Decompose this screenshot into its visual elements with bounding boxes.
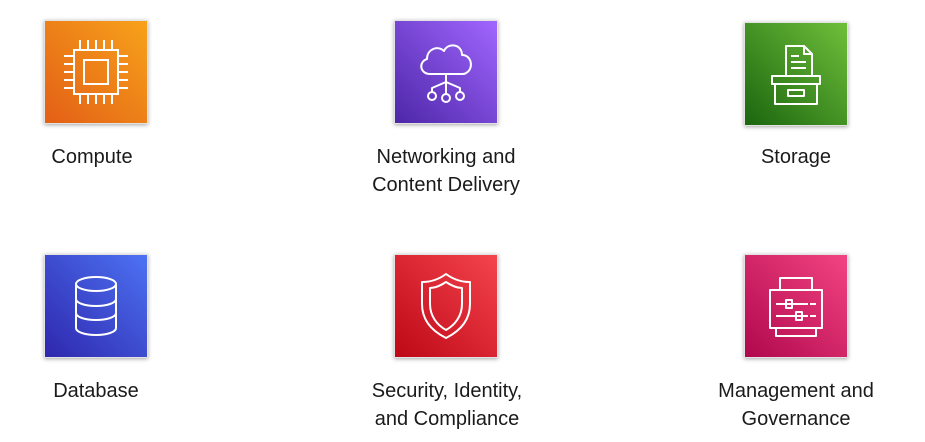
management-tile [744,254,848,358]
database-label: Database [0,377,216,405]
storage-label: Storage [676,143,916,171]
security-label: Security, Identity, and Compliance [327,377,567,433]
storage-label-line-1: Storage [760,146,832,168]
storage-archive-icon [771,45,821,105]
security-label-line-1: Security, Identity, [371,380,523,402]
shield-icon [421,273,471,339]
cloud-network-icon [420,44,472,103]
networking-label-line-2: Content Delivery [372,174,520,196]
storage-tile [744,22,848,126]
management-label-line-1: Management and [718,380,874,402]
security-label-line-2: and Compliance [374,408,520,430]
clipboard-sliders-icon [769,277,823,337]
compute-label-line-1: Compute [51,146,133,168]
networking-label-line-1: Networking and [376,146,516,168]
compute-label: Compute [0,143,212,171]
database-label-line-1: Database [53,380,139,402]
database-cylinder-icon [75,276,117,337]
database-tile [44,254,148,358]
networking-label: Networking and Content Delivery [326,143,566,199]
management-label: Management and Governance [676,377,916,433]
aws-service-categories: Compute Networking and Content Delivery [0,0,925,442]
management-label-line-2: Governance [741,408,851,430]
compute-tile [44,20,148,124]
security-tile [394,254,498,358]
networking-tile [394,20,498,124]
cpu-chip-icon [64,40,128,104]
